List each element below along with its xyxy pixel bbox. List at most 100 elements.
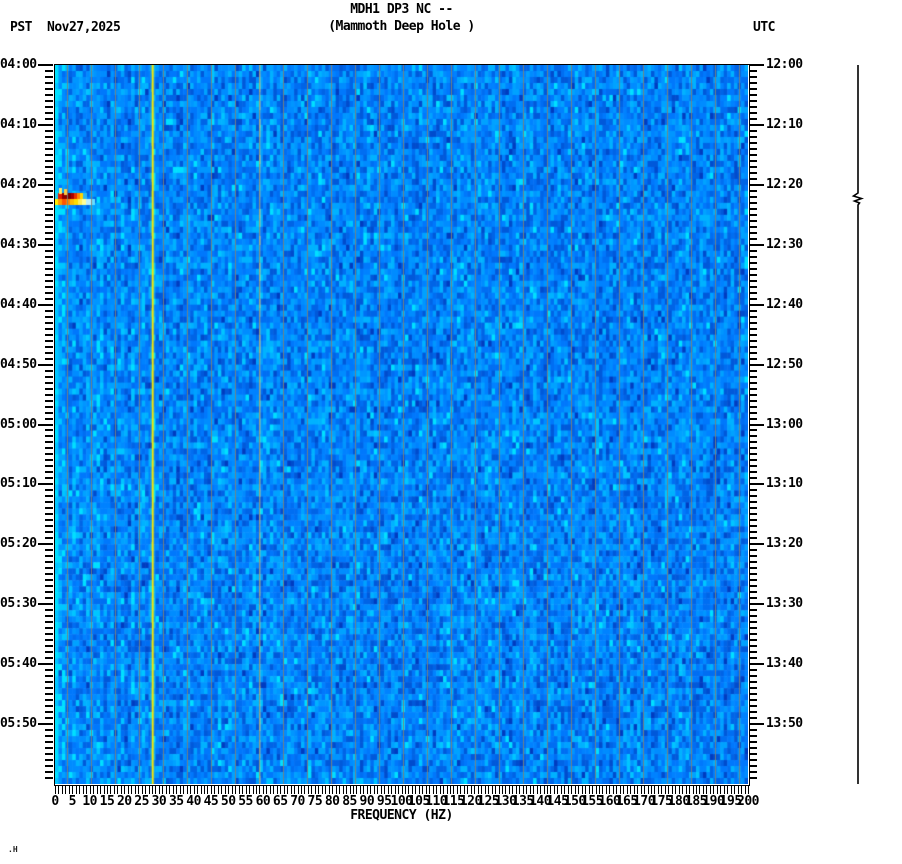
right-minor-tick (749, 345, 757, 348)
left-minor-tick (45, 441, 53, 444)
freq-tick (321, 786, 323, 794)
left-major-tick (38, 543, 53, 546)
left-tick-label: 05:10 (0, 476, 37, 492)
right-minor-tick (749, 219, 757, 222)
freq-tick (138, 786, 140, 794)
left-minor-tick (45, 741, 53, 744)
left-minor-tick (45, 291, 53, 294)
left-minor-tick (45, 417, 53, 420)
freq-tick (536, 786, 538, 794)
right-minor-tick (749, 105, 757, 108)
freq-tick (276, 786, 278, 794)
left-tick-label: 05:30 (0, 596, 37, 612)
right-minor-tick (749, 639, 757, 642)
left-minor-tick (45, 153, 53, 156)
right-minor-tick (749, 117, 757, 120)
right-minor-tick (749, 669, 757, 672)
freq-tick (602, 786, 604, 794)
right-minor-tick (749, 495, 757, 498)
right-minor-tick (749, 267, 757, 270)
right-minor-tick (749, 645, 757, 648)
freq-tick (103, 786, 105, 794)
freq-tick (443, 786, 445, 794)
right-minor-tick (749, 111, 757, 114)
right-minor-tick (749, 279, 757, 282)
freq-tick (460, 786, 462, 794)
freq-tick (127, 786, 129, 794)
right-minor-tick (749, 381, 757, 384)
right-minor-tick (749, 597, 757, 600)
left-minor-tick (45, 225, 53, 228)
left-minor-tick (45, 339, 53, 342)
freq-tick (335, 786, 337, 794)
right-minor-tick (749, 465, 757, 468)
freq-tick (148, 786, 150, 794)
freq-tick (734, 786, 736, 794)
right-minor-tick (749, 429, 757, 432)
left-minor-tick (45, 645, 53, 648)
freq-tick (280, 786, 282, 794)
right-major-tick (749, 423, 764, 426)
freq-tick (512, 786, 514, 794)
freq-tick (661, 786, 663, 794)
timezone-right-label: UTC (753, 20, 775, 35)
left-minor-tick (45, 345, 53, 348)
freq-tick (58, 786, 60, 794)
left-tick-label: 04:40 (0, 296, 37, 312)
freq-tick (654, 786, 656, 794)
freq-tick (242, 786, 244, 794)
freq-tick (477, 786, 479, 794)
right-minor-tick (749, 741, 757, 744)
freq-tick (626, 786, 628, 794)
freq-tick (650, 786, 652, 794)
left-minor-tick (45, 351, 53, 354)
freq-tick (574, 786, 576, 794)
right-tick-label: 13:00 (766, 416, 803, 432)
right-minor-tick (749, 555, 757, 558)
right-minor-tick (749, 339, 757, 342)
right-minor-tick (749, 591, 757, 594)
freq-tick (165, 786, 167, 794)
right-minor-tick (749, 777, 757, 779)
freq-tick (55, 786, 56, 794)
seismogram-trace (851, 65, 865, 784)
right-minor-tick (749, 507, 757, 510)
freq-tick (488, 786, 490, 794)
right-minor-tick (749, 711, 757, 714)
right-tick-label: 12:50 (766, 356, 803, 372)
left-minor-tick (45, 507, 53, 510)
freq-tick (429, 786, 431, 794)
freq-tick (595, 786, 597, 794)
right-minor-tick (749, 159, 757, 162)
left-minor-tick (45, 81, 53, 84)
freq-tick (484, 786, 486, 794)
right-major-tick (749, 183, 764, 186)
left-minor-tick (45, 333, 53, 336)
freq-tick (207, 786, 209, 794)
freq-tick (675, 786, 677, 794)
left-minor-tick (45, 735, 53, 738)
freq-tick (425, 786, 427, 794)
right-tick-label: 13:40 (766, 656, 803, 672)
right-minor-tick (749, 237, 757, 240)
right-minor-tick (749, 435, 757, 438)
left-minor-tick (45, 705, 53, 708)
left-minor-tick (45, 405, 53, 408)
right-minor-tick (749, 177, 757, 180)
freq-tick (61, 786, 63, 794)
right-minor-tick (749, 537, 757, 540)
right-minor-tick (749, 447, 757, 450)
freq-tick (224, 786, 226, 794)
left-minor-tick (45, 285, 53, 288)
freq-tick (522, 786, 524, 794)
right-minor-tick (749, 93, 757, 96)
freq-tick (200, 786, 202, 794)
freq-tick (647, 786, 649, 794)
left-minor-tick (45, 747, 53, 750)
spectrogram-canvas (55, 65, 748, 784)
right-minor-tick (749, 477, 757, 480)
left-minor-tick (45, 381, 53, 384)
left-major-tick (38, 183, 53, 186)
freq-tick (193, 786, 195, 794)
right-major-tick (749, 64, 764, 66)
